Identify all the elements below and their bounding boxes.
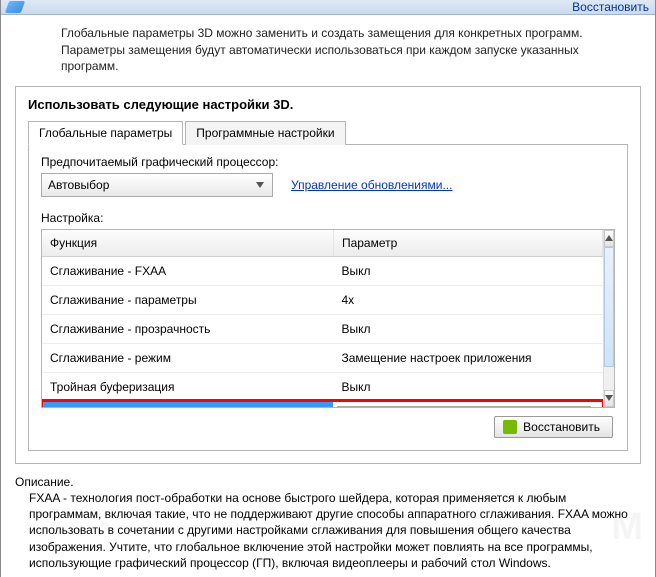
description-body: FXAA - технология пост-обработки на осно… [15,490,641,571]
cell-feature: Сглаживание - параметры [42,285,333,314]
description-title: Описание. [15,474,641,490]
settings-table-wrap: Функция Параметр Сглаживание - FXAAВыклС… [41,229,615,408]
settings-label: Настройка: [41,211,615,225]
cell-feature: Ускорение нескольких дисплеев/смеша... [42,401,333,406]
col-feature[interactable]: Функция [42,230,333,257]
restore-button-label: Восстановить [523,420,600,434]
cell-param: Замещение настроек приложения [333,343,602,372]
scroll-thumb[interactable] [604,247,614,367]
nvidia-icon [503,420,517,434]
table-row[interactable]: Сглаживание - FXAAВыкл [42,256,603,285]
cell-feature: Сглаживание - прозрачность [42,314,333,343]
cell-feature: Сглаживание - FXAA [42,256,333,285]
app-icon [5,1,25,13]
settings-panel: Использовать следующие настройки 3D. Гло… [15,86,641,464]
table-row[interactable]: Сглаживание - прозрачностьВыкл [42,314,603,343]
col-param[interactable]: Параметр [333,230,602,257]
scroll-up-button[interactable] [604,230,614,247]
cell-feature: Тройная буферизация [42,372,333,401]
settings-table: Функция Параметр Сглаживание - FXAAВыклС… [42,230,603,407]
table-row[interactable]: Сглаживание - режимЗамещение настроек пр… [42,343,603,372]
table-row[interactable]: Сглаживание - параметры4x [42,285,603,314]
intro-text: Глобальные параметры 3D можно заменить и… [1,15,655,82]
cell-feature: Сглаживание - режим [42,343,333,372]
restore-link-top[interactable]: Восстановить [572,0,649,14]
scrollbar[interactable] [603,230,614,407]
chevron-down-icon [252,177,268,193]
gpu-select-value: Автовыбор [48,178,109,192]
scroll-down-button[interactable] [604,390,614,407]
cell-param: Выкл [333,372,602,401]
table-row[interactable]: Ускорение нескольких дисплеев/смеша... Ре… [42,401,603,406]
restore-button[interactable]: Восстановить [494,416,613,438]
title-bar: Восстановить [1,0,655,15]
cell-param[interactable]: Режим однодисплейной производительн [333,401,602,406]
param-select[interactable]: Режим однодисплейной производительн [337,406,590,407]
gpu-label: Предпочитаемый графический процессор: [41,155,615,169]
tab-strip: Глобальные параметры Программные настрой… [28,120,628,145]
tab-body: Предпочитаемый графический процессор: Ав… [28,145,628,451]
description-block: Описание. FXAA - технология пост-обработ… [1,464,655,577]
updates-link[interactable]: Управление обновлениями... [291,178,452,192]
panel-title: Использовать следующие настройки 3D. [28,97,628,112]
table-row[interactable]: Тройная буферизацияВыкл [42,372,603,401]
gpu-select[interactable]: Автовыбор [41,173,273,197]
tab-program[interactable]: Программные настройки [185,121,345,145]
cell-param: 4x [333,285,602,314]
tab-global[interactable]: Глобальные параметры [28,121,183,145]
cell-param: Выкл [333,256,602,285]
cell-param: Выкл [333,314,602,343]
